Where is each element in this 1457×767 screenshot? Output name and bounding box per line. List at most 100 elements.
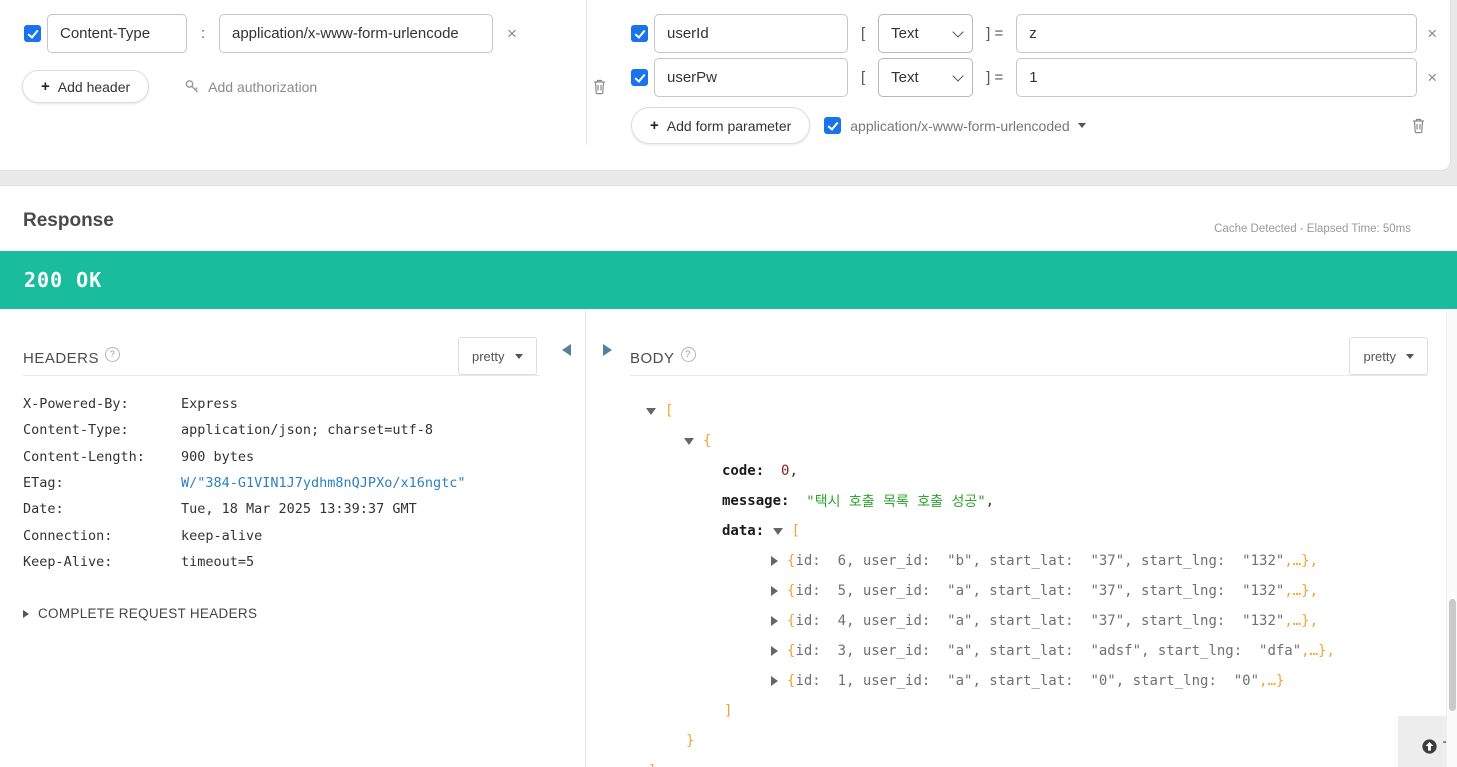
json-line: data: [	[586, 516, 1445, 546]
help-icon[interactable]: ?	[680, 347, 696, 362]
param-open-bracket: [	[861, 25, 866, 42]
param-type-select[interactable]: Text	[878, 58, 974, 97]
json-line: {id: 6, user_id: "b", start_lat: "37", s…	[586, 546, 1445, 576]
json-line: {id: 3, user_id: "a", start_lat: "adsf",…	[586, 636, 1445, 666]
response-header-name: Content-Type:	[23, 422, 129, 439]
body-panel-divider	[630, 375, 1428, 376]
chevron-down-icon	[1406, 353, 1414, 359]
response-header-row: Keep-Alive: timeout=5	[23, 549, 465, 575]
headers-panel-divider	[23, 375, 540, 376]
json-token-num: 0	[781, 463, 790, 479]
form-param-row: userId [Text] = z ×	[631, 14, 1441, 53]
remove-header-button[interactable]: ×	[503, 24, 521, 44]
response-header-row: Content-Length: 900 bytes	[23, 444, 465, 470]
add-form-parameter-button[interactable]: + Add form parameter	[631, 107, 811, 144]
add-form-parameter-label: Add form parameter	[666, 117, 792, 134]
body-panel-title: BODY?	[630, 347, 696, 367]
json-token-plain: ,	[985, 493, 995, 509]
trash-icon[interactable]	[1411, 117, 1426, 134]
param-name-input[interactable]: userPw	[654, 58, 848, 97]
scrollbar[interactable]	[1446, 311, 1457, 767]
top-icon	[1422, 738, 1437, 754]
trash-icon[interactable]	[592, 78, 607, 95]
response-title: Response	[23, 210, 114, 231]
add-authorization-button[interactable]: Add authorization	[208, 79, 317, 95]
encoding-type-dropdown[interactable]: application/x-www-form-urlencoded	[850, 118, 1069, 134]
expand-toggle-icon[interactable]	[771, 556, 778, 566]
json-token-bracket: {	[787, 613, 796, 629]
json-token-bracket: {	[787, 583, 796, 599]
remove-param-button[interactable]: ×	[1423, 68, 1441, 88]
expand-toggle-icon[interactable]	[771, 676, 778, 686]
param-enabled-checkbox[interactable]	[631, 69, 648, 86]
response-card: Response Cache Detected - Elapsed Time: …	[0, 185, 1457, 767]
help-icon[interactable]: ?	[105, 347, 121, 362]
param-close-bracket-equals: ] =	[986, 69, 1004, 86]
param-open-bracket: [	[861, 69, 866, 86]
form-params-list: userId [Text] = z × userPw [Text] = 1 ×	[631, 14, 1441, 97]
expand-toggle-icon[interactable]	[771, 646, 778, 656]
json-token-bracket: {	[787, 673, 796, 689]
collapse-toggle-icon[interactable]	[646, 407, 656, 415]
param-name-input[interactable]: userId	[654, 14, 848, 53]
response-header-name: Content-Length:	[23, 448, 145, 465]
api-tester-page: Content-Type : application/x-www-form-ur…	[0, 0, 1457, 767]
json-token-preview: id: 1, user_id: "a", start_lat: "0", sta…	[795, 673, 1260, 689]
json-token-bracket: ]	[648, 763, 656, 767]
response-header-name: Date:	[23, 501, 64, 518]
expand-toggle-icon[interactable]	[771, 616, 778, 626]
panel-collapse-left-icon[interactable]	[562, 344, 571, 356]
json-line: }	[586, 726, 1445, 756]
response-header-row: Content-Type: application/json; charset=u…	[23, 417, 465, 443]
json-token-preview: id: 5, user_id: "a", start_lat: "37", st…	[795, 583, 1285, 599]
json-token-bracket: ,…},	[1301, 643, 1335, 659]
form-parameters-pane: userId [Text] = z × userPw [Text] = 1 × + Add f…	[631, 14, 1441, 144]
collapse-toggle-icon[interactable]	[684, 437, 694, 445]
header-enabled-checkbox[interactable]	[24, 25, 41, 42]
json-token-plain	[764, 463, 781, 479]
form-param-row: userPw [ Text ] = 1 ×	[631, 58, 1441, 97]
expand-toggle-icon[interactable]	[771, 586, 778, 596]
response-header-value: Express	[181, 396, 238, 413]
status-code-text: 200 OK	[24, 268, 103, 292]
param-type-select[interactable]: Text	[878, 14, 974, 53]
request-header-actions: + Add header Add authorization	[22, 70, 607, 103]
json-token-preview: id: 6, user_id: "b", start_lat: "37", st…	[795, 553, 1285, 569]
complete-request-headers-toggle[interactable]: COMPLETE REQUEST HEADERS	[23, 606, 257, 621]
json-line: {id: 5, user_id: "a", start_lat: "37", s…	[586, 576, 1445, 606]
response-panels: HEADERS? pretty X-Powered-By: Express Cont…	[0, 311, 1457, 767]
headers-panel-title: HEADERS?	[23, 347, 121, 367]
header-value-input[interactable]: application/x-www-form-urlencode	[219, 14, 493, 53]
chevron-down-icon	[514, 353, 523, 359]
json-token-bracket: ,…},	[1284, 613, 1319, 629]
body-format-dropdown[interactable]: pretty	[1349, 337, 1428, 375]
headers-format-dropdown[interactable]: pretty	[458, 337, 537, 375]
json-token-bracket: {	[787, 553, 796, 569]
form-actions-row: + Add form parameter application/x-www-f…	[631, 107, 1441, 144]
json-token-bracket: ,…},	[1284, 553, 1319, 569]
response-header-row: ETag: W/"384-G1VIN1J7ydhm8nQJPXo/x16ngtc"	[23, 470, 465, 496]
param-value-input[interactable]: 1	[1016, 58, 1418, 97]
json-token-plain	[764, 523, 772, 539]
add-header-button[interactable]: + Add header	[22, 70, 150, 103]
json-token-bracket: [	[665, 403, 674, 419]
json-line: message: "택시 호출 목록 호출 성공",	[586, 486, 1445, 516]
param-enabled-checkbox[interactable]	[631, 25, 648, 42]
header-name-input[interactable]: Content-Type	[47, 14, 187, 53]
encoding-enabled-checkbox[interactable]	[824, 117, 842, 134]
response-header-value: application/json; charset=utf-8	[181, 422, 433, 439]
response-header-value: Tue, 18 Mar 2025 13:39:37 GMT	[181, 501, 417, 518]
remove-param-button[interactable]: ×	[1423, 24, 1441, 44]
json-token-bracket: [	[791, 523, 801, 539]
json-tree: [{code: 0, message: "택시 호출 목록 호출 성공", data…	[586, 396, 1445, 767]
response-header-value[interactable]: W/"384-G1VIN1J7ydhm8nQJPXo/x16ngtc"	[181, 475, 465, 491]
scrollbar-thumb[interactable]	[1449, 599, 1456, 711]
param-value-input[interactable]: z	[1016, 14, 1418, 53]
json-token-bracket: {	[703, 433, 712, 449]
json-token-key: message:	[722, 493, 790, 509]
json-line: ]	[586, 696, 1445, 726]
request-editor-card: Content-Type : application/x-www-form-ur…	[0, 0, 1451, 171]
collapse-toggle-icon[interactable]	[772, 527, 783, 535]
response-header-name: X-Powered-By:	[23, 396, 129, 413]
response-header-name: ETag:	[23, 475, 64, 492]
